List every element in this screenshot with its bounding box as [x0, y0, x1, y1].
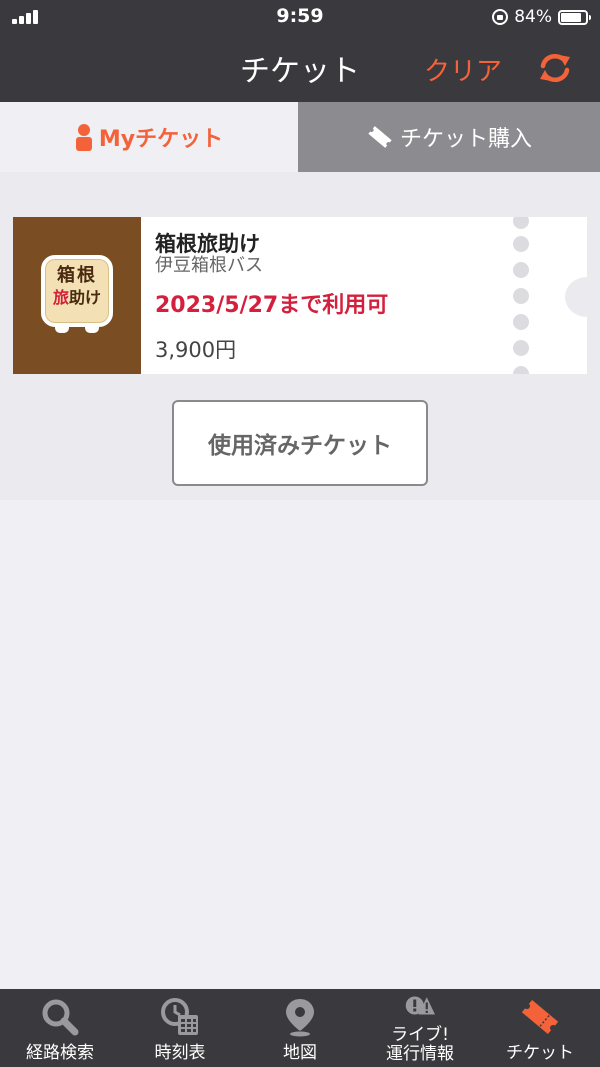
rotation-lock-icon	[492, 9, 509, 25]
bus-logo-icon: 箱根 旅助け	[41, 255, 113, 333]
alert-icon	[405, 996, 435, 1015]
tabbar-live-info[interactable]: ライブ! 運行情報	[360, 989, 480, 1067]
tab-my-ticket-label: Myチケット	[98, 127, 224, 152]
tabbar-label-line1: ライブ!	[391, 1025, 449, 1045]
ticket-card[interactable]: 箱根 旅助け 箱根旅助け 伊豆箱根バス 2023/5/27まで利用可 3,900…	[13, 217, 587, 374]
tabbar-timetable[interactable]: 時刻表	[120, 989, 240, 1067]
ticket-company: 伊豆箱根バス	[155, 255, 263, 276]
ticket-screen: 9:59 84% チケット クリア Myチケット チケット購入 箱根 旅助け 箱…	[0, 0, 600, 1067]
map-pin-icon	[286, 999, 314, 1037]
status-right: 84%	[492, 5, 591, 29]
ticket-notch	[565, 277, 587, 317]
page-title: チケット	[240, 54, 360, 89]
tabbar-label: 経路検索	[26, 1043, 94, 1063]
person-icon	[75, 124, 92, 151]
tabbar-label-line2: 運行情報	[386, 1044, 454, 1064]
logo-text: 箱根 旅助け	[52, 265, 102, 307]
ticket-info: 箱根旅助け 伊豆箱根バス 2023/5/27まで利用可 3,900円	[141, 217, 587, 374]
tabbar-label: 時刻表	[154, 1043, 206, 1063]
ticket-thumbnail: 箱根 旅助け	[13, 217, 141, 374]
tabbar-ticket[interactable]: チケット	[480, 989, 600, 1067]
tab-ticket-purchase[interactable]: チケット購入	[298, 102, 600, 172]
tabbar-route-search[interactable]: 経路検索	[0, 989, 120, 1067]
tabbar-map[interactable]: 地図	[240, 989, 360, 1067]
ticket-list: 箱根 旅助け 箱根旅助け 伊豆箱根バス 2023/5/27まで利用可 3,900…	[0, 172, 600, 500]
tab-my-ticket[interactable]: Myチケット	[0, 102, 298, 172]
tabbar-label: 地図	[283, 1043, 317, 1063]
timetable-icon	[161, 998, 198, 1035]
ticket-icon	[368, 126, 392, 148]
tabbar-label: チケット	[506, 1043, 574, 1063]
segment-tabs: Myチケット チケット購入	[0, 102, 600, 172]
ticket-price: 3,900円	[155, 338, 237, 362]
clear-button[interactable]: クリア	[424, 51, 502, 88]
tab-purchase-label: チケット購入	[399, 127, 532, 152]
battery-icon	[558, 9, 591, 25]
tab-bar: 経路検索 時刻表 地図 ライブ! 運行情報 チケット	[0, 989, 600, 1067]
status-bar: 9:59 84%	[0, 0, 600, 34]
nav-bar: チケット クリア	[0, 34, 600, 102]
used-tickets-button[interactable]: 使用済みチケット	[172, 400, 428, 486]
refresh-icon	[540, 53, 570, 83]
ticket-icon	[521, 999, 559, 1035]
search-icon	[42, 999, 79, 1036]
battery-percent: 84%	[514, 7, 552, 27]
refresh-button[interactable]	[537, 52, 573, 84]
ticket-perforation	[513, 217, 529, 374]
ticket-expiry: 2023/5/27まで利用可	[155, 293, 389, 318]
battery-fill	[561, 12, 582, 22]
